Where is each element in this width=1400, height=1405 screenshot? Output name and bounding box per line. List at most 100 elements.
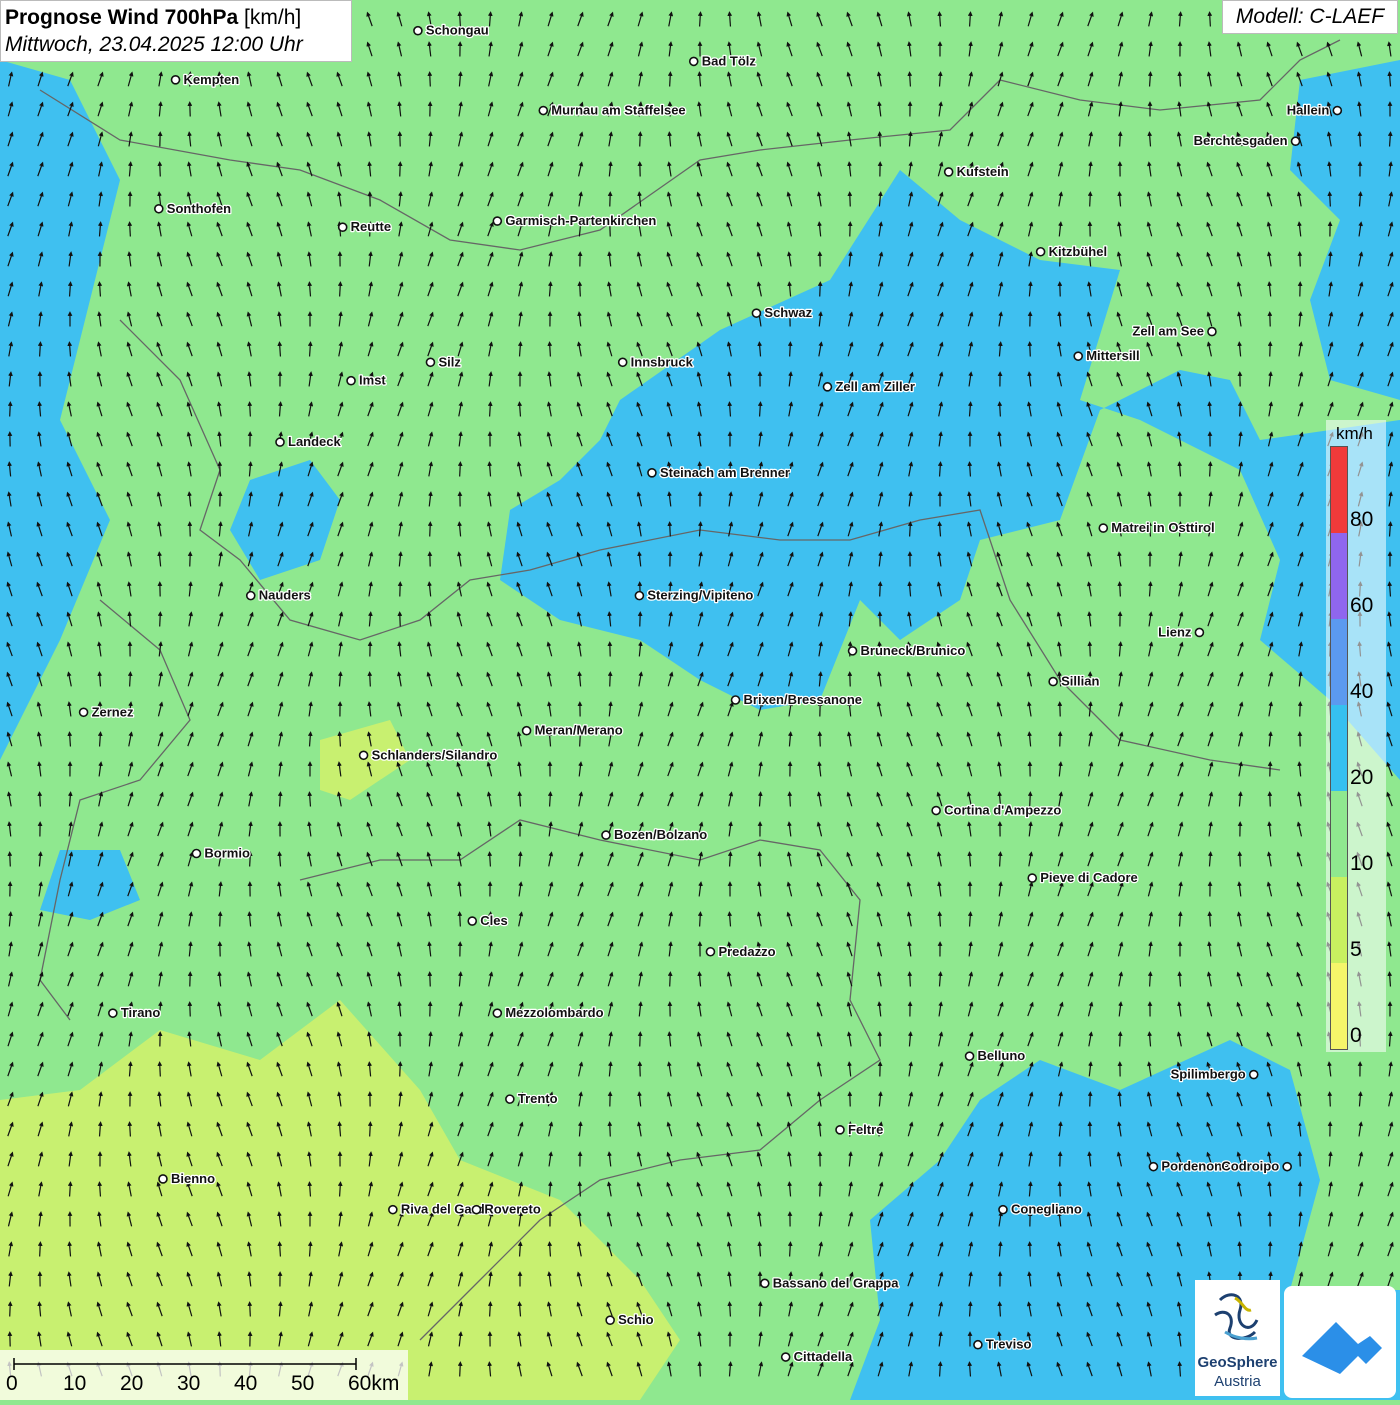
legend-color-bar [1330, 446, 1348, 1050]
scale-bar: 0102030405060km [0, 1350, 408, 1400]
wind-arrow [910, 974, 911, 987]
city-label: Brixen/Bressanone [744, 692, 863, 707]
city-marker[interactable]: Bozen/Bolzano [602, 827, 707, 842]
scale-bar-label: 50 [291, 1372, 314, 1396]
wind-arrow [280, 1244, 281, 1257]
wind-arrow [490, 404, 491, 417]
wind-arrow [490, 854, 491, 867]
wind-arrow [400, 614, 401, 627]
city-label: Spilimbergo [1171, 1067, 1246, 1082]
city-dot [945, 168, 953, 176]
city-marker[interactable]: Bassano del Grappa [761, 1275, 899, 1290]
city-marker[interactable]: Bruneck/Brunico [849, 643, 966, 658]
wind-arrow [1060, 1184, 1061, 1197]
city-marker[interactable]: Innsbruck [619, 354, 694, 369]
map-title: Prognose Wind 700hPa [km/h] [5, 4, 347, 31]
city-dot [602, 831, 610, 839]
city-label: Rovereto [484, 1202, 540, 1217]
city-marker[interactable]: Sonthofen [155, 201, 231, 216]
city-label: Schongau [426, 23, 489, 38]
wind-arrow [790, 1244, 791, 1257]
city-marker[interactable]: Meran/Merano [523, 723, 623, 738]
wind-arrow [1300, 1154, 1301, 1167]
wind-arrow [670, 974, 671, 987]
city-label: Reutte [351, 219, 391, 234]
legend-tick-label: 10 [1350, 852, 1373, 876]
wind-arrow [1060, 734, 1061, 747]
title-box: Prognose Wind 700hPa [km/h] Mittwoch, 23… [0, 0, 352, 62]
wind-arrow [730, 1304, 731, 1317]
city-label: Meran/Merano [535, 723, 623, 738]
wind-arrow [100, 284, 101, 297]
city-dot [472, 1206, 480, 1214]
wind-arrow [760, 404, 761, 417]
city-marker[interactable]: Mezzolombardo [493, 1005, 603, 1020]
city-dot [606, 1316, 614, 1324]
city-dot [80, 708, 88, 716]
city-dot [523, 727, 531, 735]
geosphere-country: Austria [1195, 1373, 1280, 1390]
city-dot [966, 1052, 974, 1060]
city-marker[interactable]: Steinach am Brenner [648, 465, 790, 480]
city-dot [999, 1206, 1007, 1214]
city-dot [706, 948, 714, 956]
legend-segment [1331, 705, 1347, 791]
city-marker[interactable]: Brixen/Bressanone [732, 692, 863, 707]
wind-arrow [820, 284, 821, 297]
wind-arrow [880, 584, 881, 597]
wind-arrow [880, 134, 881, 147]
city-dot [690, 57, 698, 65]
city-dot [1208, 328, 1216, 336]
wind-arrow [430, 974, 431, 987]
city-marker[interactable]: Cortina d'Ampezzo [932, 803, 1061, 818]
wind-arrow [1120, 584, 1121, 597]
city-marker[interactable]: Zell am See [1132, 324, 1216, 339]
wind-arrow [370, 1124, 371, 1137]
city-label: Kufstein [957, 164, 1009, 179]
city-marker[interactable]: Pieve di Cadore [1028, 870, 1138, 885]
city-dot [172, 76, 180, 84]
wind-arrow [700, 1364, 701, 1377]
city-marker[interactable]: Schlanders/Silandro [360, 747, 498, 762]
city-marker[interactable]: Garmisch-Partenkirchen [493, 213, 656, 228]
city-marker[interactable]: Murnau am Staffelsee [539, 103, 685, 118]
city-label: Innsbruck [631, 354, 694, 369]
city-marker[interactable]: Spilimbergo [1171, 1067, 1258, 1082]
city-marker[interactable]: Matrei in Osttirol [1099, 520, 1214, 535]
city-marker[interactable]: Sterzing/Vipiteno [635, 588, 753, 603]
app-logo [1284, 1286, 1396, 1398]
wind-arrow [820, 1184, 821, 1197]
city-marker[interactable]: Pordenone [1149, 1159, 1229, 1174]
city-label: Kitzbühel [1049, 244, 1108, 259]
wind-arrow [430, 74, 431, 87]
city-dot [1195, 628, 1203, 636]
city-dot [619, 358, 627, 366]
city-dot [1333, 107, 1341, 115]
city-marker[interactable]: Zell am Ziller [823, 379, 914, 394]
city-dot [1250, 1071, 1258, 1079]
wind-arrow [430, 524, 431, 537]
city-label: Silz [438, 354, 461, 369]
wind-arrow [550, 344, 551, 357]
city-marker[interactable]: Conegliano [999, 1202, 1082, 1217]
wind-arrow [70, 1184, 71, 1197]
wind-arrow [160, 614, 161, 627]
city-dot [1099, 524, 1107, 532]
city-label: Landeck [288, 434, 342, 449]
wind-arrow [1330, 1094, 1331, 1107]
scale-bar-label: 10 [63, 1372, 86, 1396]
legend-tick-label: 60 [1350, 594, 1373, 618]
city-marker[interactable]: Berchtesgaden [1194, 133, 1300, 148]
legend-segment [1331, 447, 1347, 533]
wind-arrow [1210, 14, 1211, 27]
city-dot [1037, 248, 1045, 256]
wind-arrow [640, 134, 641, 147]
wind-arrow [1000, 404, 1001, 417]
wind-arrow [1090, 194, 1091, 207]
weather-map[interactable]: SchongauBad TölzKemptenMurnau am Staffel… [0, 0, 1400, 1400]
scale-bar-label: 40 [234, 1372, 257, 1396]
city-marker[interactable]: Schongau [414, 23, 489, 38]
wind-arrow [820, 734, 821, 747]
wind-arrow [580, 284, 581, 297]
wind-arrow [1210, 914, 1211, 927]
